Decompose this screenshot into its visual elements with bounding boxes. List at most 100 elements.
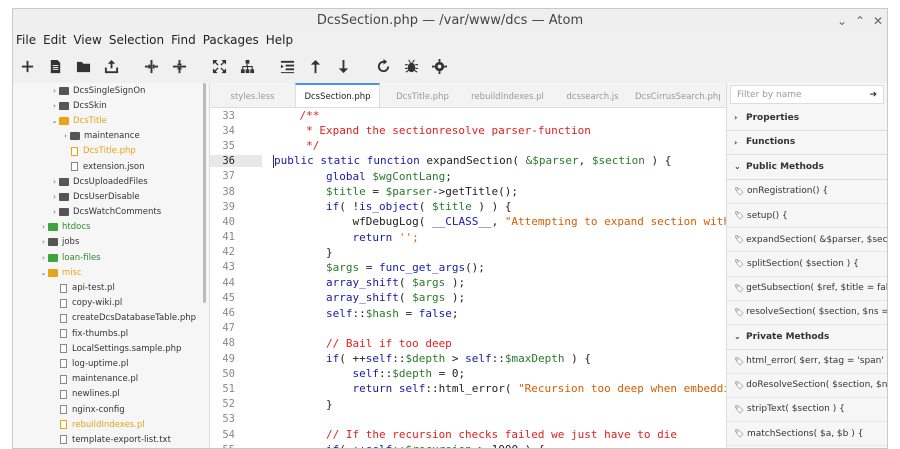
outline-section-properties[interactable]: › Properties	[727, 106, 887, 131]
chevron-right-icon[interactable]: ›	[734, 138, 746, 147]
outline-section-functions[interactable]: › Functions	[727, 131, 887, 156]
filter-input[interactable]: Filter by name ➜	[730, 85, 884, 104]
close-icon[interactable]: ✕	[871, 14, 885, 28]
fullscreen-icon[interactable]	[209, 56, 230, 77]
tag-icon: 🏷	[734, 211, 745, 221]
code-text: }	[262, 246, 333, 259]
outline-method[interactable]: 🏷 setup() {	[727, 204, 887, 229]
chevron-down-icon[interactable]: ⌄	[39, 269, 48, 277]
outline-method[interactable]: 🏷 html_error( $err, $tag = 'span' ) {	[727, 350, 887, 374]
refresh-icon[interactable]	[373, 56, 394, 77]
menu-edit[interactable]: Edit	[43, 33, 66, 50]
chevron-right-icon[interactable]: ›	[50, 208, 59, 216]
tree-file[interactable]: LocalSettings.sample.php	[13, 341, 209, 356]
chevron-right-icon[interactable]: ›	[39, 238, 48, 246]
outline-method[interactable]: 🏷 splitSection( $section ) {	[727, 252, 887, 277]
outline-method[interactable]: 🏷resolveSection( $section, $ns = NS	[727, 301, 887, 325]
minimize-icon[interactable]: ⌄	[835, 14, 849, 28]
chevron-right-icon[interactable]: ›	[39, 223, 48, 231]
code-token: ::html_error(	[425, 382, 519, 396]
tree-file[interactable]: copy-wiki.pl	[13, 296, 209, 311]
tree-folder[interactable]: › DcsWatchComments	[13, 205, 209, 220]
chevron-right-icon[interactable]: ›	[50, 102, 59, 110]
tree-file[interactable]: api-test.pl	[13, 280, 209, 295]
tree-file[interactable]: createDcsDatabaseTable.php	[13, 311, 209, 326]
tab-rebuildindexes-pl[interactable]: rebuildIndexes.pl	[465, 83, 550, 107]
menu-file[interactable]: File	[16, 33, 36, 50]
tree-folder[interactable]: › jobs	[13, 235, 209, 250]
tree-item-label: log-uptime.pl	[72, 358, 129, 369]
indent-icon[interactable]	[277, 56, 298, 77]
arrow-right-icon[interactable]: ➜	[869, 90, 877, 100]
chevron-right-icon[interactable]: ›	[734, 113, 746, 122]
tree-file[interactable]: extension.json	[13, 159, 209, 174]
chevron-right-icon[interactable]: ›	[50, 178, 59, 186]
tree-folder[interactable]: › DcsSkin	[13, 98, 209, 113]
tree-file[interactable]: nginx-config	[13, 402, 209, 417]
outline-section-label: Public Methods	[746, 161, 824, 172]
chevron-down-icon[interactable]: ⌄	[734, 162, 746, 171]
menu-selection[interactable]: Selection	[109, 33, 164, 50]
tree-file[interactable]: rebuildIndexes.pl	[13, 417, 209, 432]
tree-file[interactable]: maintenance.pl	[13, 372, 209, 387]
tab-styles-less[interactable]: styles.less	[210, 83, 295, 107]
tree-file[interactable]: log-uptime.pl	[13, 356, 209, 371]
chevron-right-icon[interactable]: ›	[50, 87, 59, 95]
gear-icon[interactable]	[429, 56, 450, 77]
tree-file[interactable]: template-sql	[13, 448, 209, 449]
outline-method[interactable]: 🏷 expandSection( &$parser, $sectio	[727, 228, 887, 253]
code-token: ) {	[564, 352, 591, 366]
outline-method[interactable]: 🏷doResolveSection( $section, $ns, $	[727, 374, 887, 398]
chevron-right-icon[interactable]: ›	[39, 254, 48, 262]
tree-file[interactable]: DcsTitle.php	[13, 144, 209, 159]
save-icon[interactable]	[101, 56, 122, 77]
tab-dcssection-php[interactable]: DcsSection.php	[295, 83, 380, 107]
outline-method[interactable]: 🏷 matchSections( $a, $b ) {	[727, 422, 887, 447]
menu-find[interactable]: Find	[171, 33, 196, 50]
menu-help[interactable]: Help	[266, 33, 293, 50]
atom-window: DcsSection.php — /var/www/dcs — Atom ⌄ ⌃…	[12, 8, 888, 449]
tab-dcscirrussearch-php[interactable]: DcsCirrusSearch.php	[635, 83, 720, 107]
tree-scrollbar[interactable]	[203, 83, 206, 303]
tree-folder[interactable]: › loan-files	[13, 250, 209, 265]
outline-method[interactable]: 🏷 stripText( $section ) {	[727, 398, 887, 423]
split-vertical-icon[interactable]	[169, 56, 190, 77]
maximize-icon[interactable]: ⌃	[853, 14, 867, 28]
tree-item-label: loan-files	[62, 252, 101, 263]
menu-view[interactable]: View	[73, 33, 101, 50]
outline-method[interactable]: 🏷 getSubsection( $ref, $title = false	[727, 277, 887, 301]
code-token: $section	[591, 154, 645, 168]
tree-folder[interactable]: › DcsUserDisable	[13, 189, 209, 204]
tree-file[interactable]: newlines.pl	[13, 387, 209, 402]
outline-section-public-methods[interactable]: ⌄ Public Methods	[727, 155, 887, 180]
tree-folder[interactable]: › htdocs	[13, 220, 209, 235]
chevron-down-icon[interactable]: ⌄	[734, 332, 746, 341]
chevron-right-icon[interactable]: ›	[50, 193, 59, 201]
code-editor[interactable]: 33 /** 34 * Expand the sectionresolve par…	[210, 108, 726, 448]
file-icon	[60, 359, 67, 369]
tab-dcssearch-js[interactable]: dcssearch.js	[550, 83, 635, 107]
chevron-right-icon[interactable]: ›	[61, 132, 70, 140]
outline-method[interactable]: 🏷 onRegistration() {	[727, 180, 887, 204]
new-file-icon[interactable]	[17, 56, 38, 77]
tree-folder[interactable]: ⌄ misc	[13, 265, 209, 280]
split-horizontal-icon[interactable]	[141, 56, 162, 77]
line-number: 54	[222, 428, 235, 441]
open-folder-icon[interactable]	[73, 56, 94, 77]
menu-packages[interactable]: Packages	[203, 33, 259, 50]
tree-file[interactable]: template-export-list.txt	[13, 432, 209, 447]
tree-file[interactable]: fix-thumbs.pl	[13, 326, 209, 341]
chevron-down-icon[interactable]: ⌄	[50, 117, 59, 125]
tree-folder[interactable]: ⌄ DcsTitle	[13, 113, 209, 128]
tab-dcstitle-php[interactable]: DcsTitle.php	[380, 83, 465, 107]
tree-folder[interactable]: › DcsSingleSignOn	[13, 83, 209, 98]
tree-folder[interactable]: › maintenance	[13, 129, 209, 144]
arrow-down-icon[interactable]	[333, 56, 354, 77]
file-icon[interactable]	[45, 56, 66, 77]
tree-folder[interactable]: › DcsUploadedFiles	[13, 174, 209, 189]
outline-section-private-methods[interactable]: ⌄ Private Methods	[727, 325, 887, 350]
bug-icon[interactable]	[401, 56, 422, 77]
sitemap-icon[interactable]	[237, 56, 258, 77]
arrow-up-icon[interactable]	[305, 56, 326, 77]
